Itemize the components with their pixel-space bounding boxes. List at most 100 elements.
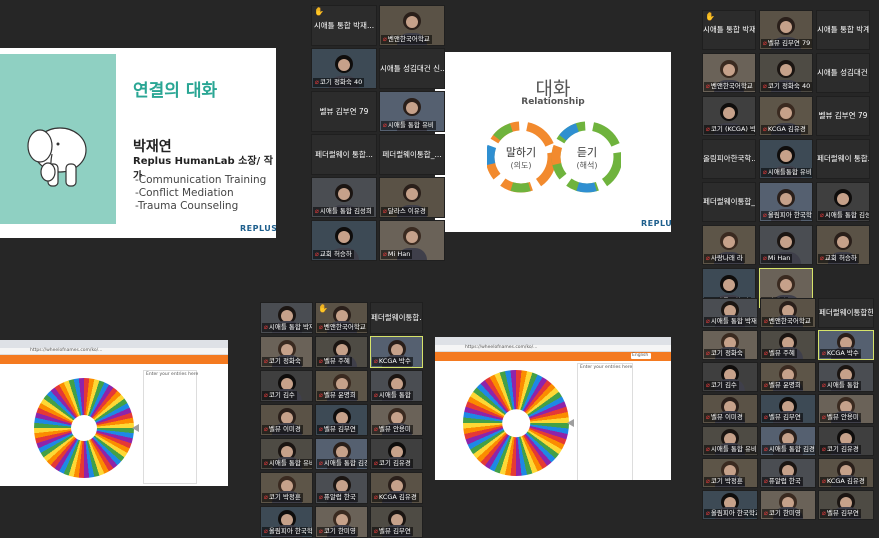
participant-tile[interactable]: ⌀올림피아 한국학교 (260, 506, 313, 538)
wheel-center[interactable] (502, 409, 530, 437)
participant-tile[interactable]: 시애틀 성김대건 신... (816, 53, 870, 93)
participant-tile[interactable]: ⌀벤앤한국어학교 (760, 298, 816, 328)
participant-tile[interactable]: ⌀코기 정화숙 (260, 336, 313, 368)
participant-tile[interactable]: ⌀KCGA 박수 (370, 336, 423, 368)
participant-tile[interactable]: ⌀교회 허승하 (311, 220, 377, 261)
participant-tile[interactable]: ⌀벨뷰 김부연 (818, 490, 874, 520)
participant-tile[interactable]: ⌀코기 정화숙 40 (311, 48, 377, 89)
speaking-text: 말하기 (505, 146, 537, 159)
participant-tile[interactable]: ⌀코기 박정훈 (260, 472, 313, 504)
participant-tile[interactable]: ⌀시애틀 통합 유비 (379, 91, 445, 132)
browser-address-bar[interactable]: https://wheelofnames.com/ko/... (0, 348, 228, 355)
participant-face (335, 343, 348, 356)
participant-tile[interactable]: ⌀코기 김수 (702, 362, 758, 392)
participant-tile[interactable]: ⌀코기 김수 (260, 370, 313, 402)
participant-tile[interactable]: 페더럴웨이통합_... (379, 134, 445, 175)
participant-tile[interactable]: ⌀시애틀 통합 유비 (260, 438, 313, 470)
participant-tile[interactable]: ⌀달라스 이유경 (379, 177, 445, 218)
participant-tile[interactable]: 벨뷰 김부연 79 (816, 96, 870, 136)
participant-tile[interactable]: ⌀시애틀 통합 김성희 37 (816, 182, 870, 222)
participant-tile[interactable]: ⌀벨뷰 주혜 (760, 330, 816, 360)
participant-tile[interactable]: 올림피아한국학... (702, 139, 756, 179)
participant-tile[interactable]: ⌀벨뷰 안용미 (818, 394, 874, 424)
participant-tile[interactable]: ⌀벤앤한국어학교 ✋ (315, 302, 368, 334)
participant-tile[interactable]: ⌀코기 김유경 (818, 426, 874, 456)
participant-face (390, 479, 403, 492)
participant-tile[interactable]: ⌀코기 한미영 (315, 506, 368, 538)
muted-mic-icon: ⌀ (374, 391, 378, 399)
participant-tile[interactable]: ⌀시애틀 통합 김경 (760, 426, 816, 456)
participant-tile[interactable]: ⌀벤앤한국어학교 (379, 5, 445, 46)
participant-tile[interactable]: ⌀퓨알럽 한국 (760, 458, 816, 488)
participant-tile[interactable]: ⌀시애틀 통합 (370, 370, 423, 402)
participant-name: 달라스 이유경 (387, 207, 426, 215)
browser-tab-bar[interactable] (0, 340, 228, 348)
participant-tile[interactable]: 시애틀 통합 박재... ✋ (702, 10, 756, 50)
participant-tile[interactable]: ⌀KCGA 김유경 (759, 96, 813, 136)
participant-tile[interactable]: ⌀코기 정화숙 40 (759, 53, 813, 93)
participant-tile[interactable]: 페더럴웨이통합_... (702, 182, 756, 222)
participant-name-label: ⌀코기 김유경 (372, 459, 413, 468)
participant-tile[interactable]: ⌀코기 한미영 (760, 490, 816, 520)
participant-tile[interactable]: ⌀KCGA 김유경 (818, 458, 874, 488)
participant-tile[interactable]: ⌀시애틀 통합 (818, 362, 874, 392)
participant-tile[interactable]: ⌀벨뷰 주혜 (315, 336, 368, 368)
participant-tile[interactable]: ⌀사랑나래 라 (702, 225, 756, 265)
participant-tile[interactable]: ⌀벨뷰 이미경 (260, 404, 313, 436)
wheel-center[interactable] (71, 415, 97, 441)
participant-tile[interactable]: ⌀벨뷰 김부연 (760, 394, 816, 424)
muted-mic-icon: ⌀ (764, 509, 768, 517)
participant-tile[interactable]: ⌀교회 허승하 (816, 225, 870, 265)
entries-panel[interactable]: Enter your entries here (143, 370, 198, 484)
browser-window-wheel-of-names[interactable]: https://wheelofnames.com/ko/... English … (435, 337, 671, 480)
language-text: English (632, 353, 649, 358)
muted-mic-icon: ⌀ (822, 445, 826, 453)
participant-tile[interactable]: ⌀시애틀 통합 박재 (260, 302, 313, 334)
participant-tile[interactable]: 페더럴웨이 통합... (816, 139, 870, 179)
participant-tile[interactable]: 페더럴웨이 통합... (311, 134, 377, 175)
entries-panel[interactable]: Enter your entries here (577, 363, 633, 480)
participant-tile[interactable]: ⌀코기 (KCGA) 박수연 (702, 96, 756, 136)
participant-tile[interactable]: ⌀벨뷰 김부연 (315, 404, 368, 436)
participant-name: 코기 정화숙 (710, 349, 743, 357)
participant-tile[interactable]: 시애틀 통합 박재... ✋ (311, 5, 377, 46)
participant-tile[interactable]: ⌀코기 박정훈 (702, 458, 758, 488)
participant-tile[interactable]: ⌀KCGA 김유경 (370, 472, 423, 504)
browser-tab-bar[interactable] (435, 337, 671, 345)
spinning-wheel[interactable] (34, 378, 134, 478)
browser-window-wheel-of-names[interactable]: https://wheelofnames.com/ko/... Enter yo… (0, 340, 228, 486)
participant-tile[interactable]: 페더럴웨이통합... (370, 302, 423, 334)
participant-tile[interactable]: 시애틀 성김대건 신... (379, 48, 445, 89)
participant-tile[interactable]: ⌀벨뷰 김부연 (370, 506, 423, 538)
participant-name: 교회 허승하 (319, 250, 352, 258)
participant-face (390, 377, 403, 390)
participant-tile[interactable]: 페더럴웨이통합한... (818, 298, 874, 328)
participant-tile[interactable]: ⌀시애틀 통합 박재 (702, 298, 758, 328)
browser-address-bar[interactable]: https://wheelofnames.com/ko/... (435, 345, 671, 352)
participant-tile[interactable]: ⌀시애틀 통합 김경 (315, 438, 368, 470)
participant-name-label: ⌀시애틀 통합 박재 (704, 317, 757, 326)
participant-tile[interactable]: ⌀벨뷰 윤명희 (760, 362, 816, 392)
participant-tile[interactable]: ⌀벨뷰 김부연 79 (759, 10, 813, 50)
language-select[interactable]: English (631, 353, 651, 359)
spinning-wheel[interactable] (463, 370, 569, 476)
participant-tile[interactable]: ⌀벨뷰 윤명희 (315, 370, 368, 402)
participant-tile[interactable]: ⌀퓨알럽 한국 (315, 472, 368, 504)
participant-tile[interactable]: 벨뷰 김부연 79 (311, 91, 377, 132)
participant-tile[interactable]: ⌀벨뷰 안용미 (370, 404, 423, 436)
participant-tile[interactable]: ⌀KCGA 박수 (818, 330, 874, 360)
participant-tile[interactable]: ⌀벤앤한국어학교 리스 (702, 53, 756, 93)
participant-tile[interactable]: ⌀Mi Han (379, 220, 445, 261)
participant-tile[interactable]: ⌀코기 정화숙 (702, 330, 758, 360)
participant-tile[interactable]: ⌀Mi Han (759, 225, 813, 265)
participant-tile[interactable]: ⌀벨뷰 이미경 (702, 394, 758, 424)
participant-tile[interactable]: ⌀시애틀 통합 유비 (702, 426, 758, 456)
participant-tile[interactable]: 시애틀 통합 박계... (816, 10, 870, 50)
participant-tile[interactable]: ⌀시애틀통합 유비 (759, 139, 813, 179)
participant-name: 코기 정화숙 (268, 357, 301, 365)
participant-tile[interactable]: ⌀시애틀 통합 김성희 (311, 177, 377, 218)
participant-tile[interactable]: ⌀코기 김유경 (370, 438, 423, 470)
participant-name: 코기 한미영 (323, 527, 356, 535)
participant-tile[interactable]: ⌀올림피아 한국학교 (702, 490, 758, 520)
participant-tile[interactable]: ⌀올림피아 한국학교 (759, 182, 813, 222)
